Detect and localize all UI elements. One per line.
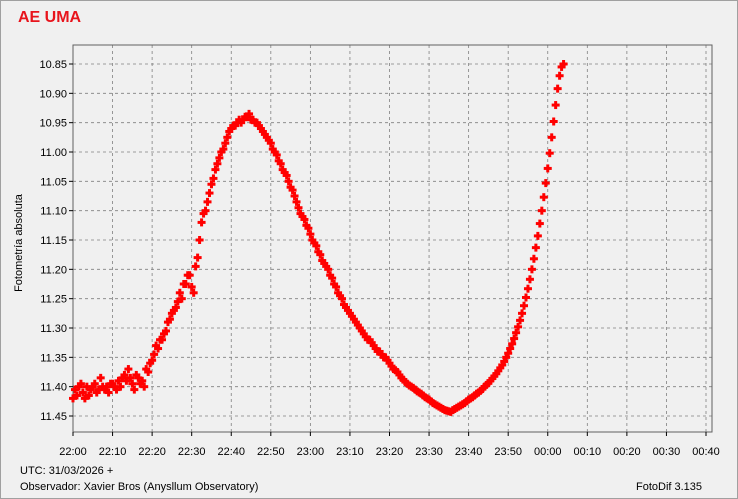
data-point: [545, 149, 554, 158]
x-tick-label: 22:20: [138, 446, 166, 458]
data-point: [553, 84, 562, 93]
x-tick-label: 00:20: [613, 446, 641, 458]
data-point: [523, 284, 532, 293]
y-tick-label: 11.15: [40, 235, 67, 247]
data-point: [551, 101, 560, 110]
data-point: [197, 218, 206, 227]
observer-label: Observador: Xavier Bros (Anysllum Observ…: [20, 481, 259, 493]
x-tick-label: 00:00: [534, 446, 562, 458]
x-tick-label: 23:10: [336, 446, 364, 458]
x-tick-label: 00:10: [574, 446, 602, 458]
data-point: [549, 117, 558, 126]
y-axis-label: Fotometría absoluta: [13, 193, 25, 292]
data-point: [193, 253, 202, 262]
data-point: [541, 179, 550, 188]
y-tick-label: 11.40: [40, 382, 67, 394]
data-point: [525, 275, 534, 284]
data-point: [191, 262, 200, 271]
x-tick-label: 23:30: [415, 446, 443, 458]
y-tick-label: 10.95: [39, 118, 67, 130]
x-axis: 22:00 22:10 22:20 22:30 22:40 22:50 23:00 23:10…: [59, 432, 720, 458]
x-tick-label: 23:40: [455, 446, 483, 458]
data-point: [539, 193, 548, 202]
x-tick-label: 22:30: [178, 446, 206, 458]
data-point: [533, 231, 542, 240]
data-point: [547, 133, 556, 142]
data-point: [203, 197, 212, 206]
data-point: [531, 243, 540, 252]
grid: [72, 45, 712, 432]
x-tick-label: 22:50: [257, 446, 285, 458]
y-tick-label: 11.25: [40, 294, 67, 306]
chart-svg: 10.85 10.90 10.95 11.00 11.05 11.10 11.15 11.20…: [13, 44, 720, 458]
data-point: [195, 236, 204, 244]
data-point: [555, 71, 564, 80]
x-tick-label: 22:10: [99, 446, 127, 458]
x-tick-label: 23:00: [297, 446, 325, 458]
x-tick-label: 22:00: [59, 446, 87, 458]
y-tick-label: 11.35: [40, 352, 67, 364]
data-point: [527, 265, 536, 274]
x-tick-label: 00:30: [653, 446, 681, 458]
y-tick-label: 11.45: [40, 411, 67, 423]
data-point: [529, 254, 538, 263]
x-tick-label: 23:20: [376, 446, 404, 458]
software-label: FotoDif 3.135: [636, 481, 703, 493]
data-point: [96, 373, 105, 382]
data-series: [69, 60, 568, 416]
y-tick-label: 10.90: [39, 88, 67, 100]
y-tick-label: 11.10: [40, 206, 67, 218]
x-tick-label: 00:40: [692, 446, 720, 458]
data-point: [521, 293, 530, 302]
y-tick-label: 11.30: [40, 323, 67, 335]
data-point: [520, 301, 529, 310]
data-point: [205, 189, 214, 198]
data-point: [543, 164, 552, 173]
data-point: [518, 309, 527, 318]
data-point: [535, 219, 544, 228]
x-tick-label: 22:40: [217, 446, 245, 458]
y-tick-label: 11.05: [40, 176, 67, 188]
x-tick-label: 23:50: [494, 446, 522, 458]
y-tick-label: 10.85: [39, 59, 67, 71]
y-tick-label: 11.00: [40, 147, 67, 159]
y-tick-label: 11.20: [40, 264, 67, 276]
data-point: [537, 206, 546, 215]
plot-area-border: [72, 44, 713, 433]
utc-label: UTC: 31/03/2026 +: [20, 465, 114, 477]
y-axis: 10.85 10.90 10.95 11.00 11.05 11.10 11.15 11.20…: [39, 59, 73, 423]
